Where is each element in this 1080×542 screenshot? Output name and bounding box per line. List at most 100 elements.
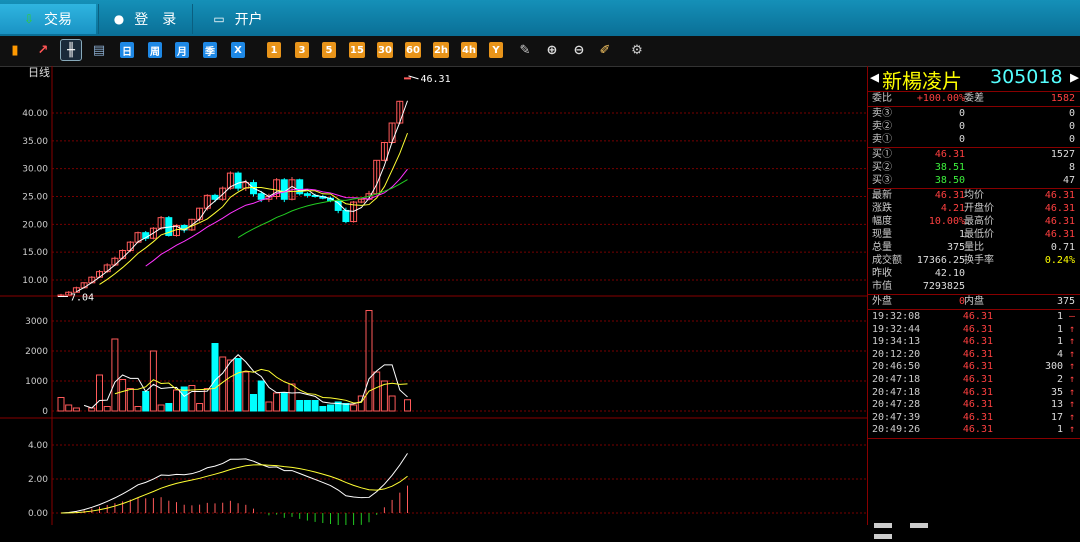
quote-label: 市值 <box>872 281 892 292</box>
candle-body <box>234 172 242 189</box>
volume-bar <box>265 401 273 412</box>
volume-bar <box>296 400 304 412</box>
next-stock-arrow-icon[interactable]: ▶ <box>1070 68 1079 86</box>
tick-time: 20:46:50 <box>872 361 921 373</box>
tick-row[interactable]: 19:32:44 46.31 1 ↑ <box>872 324 1075 336</box>
tab-open-account[interactable]: ▭ 开户 <box>192 4 283 34</box>
price-tick-label: 30.00 <box>22 165 48 175</box>
quote-label: 昨收 <box>872 268 892 279</box>
tab-trade[interactable]: ⇩ 交易 <box>0 4 96 34</box>
quote-row: 现量 1 最低价 46.31 <box>872 229 1075 241</box>
buy-1-row[interactable]: 买① 46.31 1527 <box>872 149 1075 161</box>
sell-3-row[interactable]: 卖③ 0 0 <box>872 108 1075 120</box>
tick-row[interactable]: 19:34:13 46.31 1 ↑ <box>872 336 1075 348</box>
tick-row[interactable]: 20:12:20 46.31 4 ↑ <box>872 349 1075 361</box>
volume-bar <box>157 404 165 412</box>
buy-2-row[interactable]: 买② 38.51 8 <box>872 162 1075 174</box>
buy-1-volume: 1527 <box>1050 149 1075 160</box>
min-5-button[interactable]: 5 <box>322 42 336 58</box>
period-x-button[interactable]: X <box>231 42 245 58</box>
tick-row[interactable]: 20:47:18 46.31 35 ↑ <box>872 387 1075 399</box>
tick-price: 46.31 <box>962 361 993 373</box>
line-chart-icon[interactable]: ↗ <box>34 42 52 58</box>
tick-volume: 13 <box>1050 399 1063 411</box>
quote-value: 7293825 <box>922 281 965 292</box>
high-price-label: 46.31 <box>421 74 451 85</box>
quote-value: 4.21 <box>940 203 965 214</box>
macd-tick-label: 2.00 <box>28 475 48 485</box>
panel-tab[interactable] <box>874 534 892 539</box>
period-quarter-button[interactable]: 季 <box>203 42 217 58</box>
divider <box>868 309 1080 310</box>
sell-3-price: 0 <box>958 108 965 119</box>
divider <box>868 188 1080 189</box>
quote-label-2: 最高价 <box>964 216 994 227</box>
volume-bar <box>242 371 250 412</box>
tab-trade-label: 交易 <box>44 12 73 28</box>
quote-row: 最新 46.31 均价 46.31 <box>872 190 1075 202</box>
tick-row[interactable]: 20:49:26 46.31 1 ↑ <box>872 424 1075 436</box>
tick-direction-icon: ↑ <box>1068 411 1075 423</box>
quote-value: 10.00% <box>928 216 965 227</box>
calendar-icon[interactable]: ▤ <box>90 42 108 58</box>
quote-value-2: 46.31 <box>1044 190 1075 201</box>
kline-chart[interactable]: 日线 40.00 35.00 30.00 25.00 20.00 15.00 1… <box>0 65 867 529</box>
macd-tick-label: 4.00 <box>28 441 48 451</box>
zoom-out-icon[interactable]: ⊖ <box>570 42 588 58</box>
volume-bar <box>65 404 73 412</box>
period-week-button[interactable]: 周 <box>148 42 162 58</box>
panel-tab[interactable] <box>874 523 892 528</box>
volume-bar <box>350 404 358 412</box>
zoom-in-icon[interactable]: ⊕ <box>543 42 561 58</box>
tick-time: 19:34:13 <box>872 336 921 348</box>
volume-bars-layer <box>57 310 411 412</box>
volume-bar <box>72 407 80 412</box>
volume-bar <box>303 400 311 412</box>
panel-tab[interactable] <box>910 523 929 528</box>
volume-bar <box>57 397 65 412</box>
min-1-button[interactable]: 1 <box>267 42 281 58</box>
tick-row[interactable]: 20:47:39 46.31 17 ↑ <box>872 412 1075 424</box>
settings-gear-icon[interactable]: ⚙ <box>628 42 646 58</box>
edit-icon[interactable]: ✎ <box>516 42 534 58</box>
tick-row[interactable]: 20:47:28 46.31 13 ↑ <box>872 399 1075 411</box>
quote-value: 46.31 <box>934 190 965 201</box>
volume-bar <box>142 391 150 412</box>
tick-row[interactable]: 20:46:50 46.31 300 ↑ <box>872 361 1075 373</box>
candle-body <box>257 193 265 200</box>
period-day-button[interactable]: 日 <box>120 42 134 58</box>
tick-row[interactable]: 19:32:08 46.31 1 — <box>872 311 1075 323</box>
outer-inner-row: 外盘 0 内盘 375 <box>872 296 1075 308</box>
sell-1-row[interactable]: 卖① 0 0 <box>872 134 1075 146</box>
year-button[interactable]: Y <box>489 42 503 58</box>
tick-price: 46.31 <box>962 411 993 423</box>
sell-2-row[interactable]: 卖② 0 0 <box>872 121 1075 133</box>
volume-bar <box>165 403 173 412</box>
hour-2-button[interactable]: 2h <box>433 42 449 58</box>
min-30-button[interactable]: 30 <box>377 42 393 58</box>
tick-row[interactable]: 20:47:18 46.31 2 ↑ <box>872 374 1075 386</box>
hour-4-button[interactable]: 4h <box>461 42 477 58</box>
period-month-button[interactable]: 月 <box>175 42 189 58</box>
volume-bar <box>234 358 242 412</box>
volume-bar <box>134 406 142 412</box>
tab-login[interactable]: ● 登 录 <box>98 4 191 34</box>
volume-bar <box>173 389 180 412</box>
kline-chart-area[interactable]: 日线 40.00 35.00 30.00 25.00 20.00 15.00 1… <box>0 65 867 529</box>
tick-time: 19:32:08 <box>872 311 921 322</box>
low-price-label: 7.04 <box>70 292 94 303</box>
min-3-button[interactable]: 3 <box>295 42 309 58</box>
bar-chart-icon[interactable]: ▮ <box>6 42 24 58</box>
pen-icon[interactable]: ✐ <box>596 42 614 58</box>
panel-bottom-tabs[interactable] <box>874 520 964 539</box>
min-15-button[interactable]: 15 <box>349 42 365 58</box>
macd-layer <box>60 453 408 529</box>
dif-line <box>60 453 408 514</box>
candlestick-icon[interactable]: ╫ <box>60 39 82 61</box>
weibi-label: 委比 <box>872 93 892 104</box>
min-60-button[interactable]: 60 <box>405 42 421 58</box>
buy-3-row[interactable]: 买③ 38.50 47 <box>872 175 1075 187</box>
quote-row: 成交额 17366.25 换手率 0.24% <box>872 255 1075 267</box>
candle-body <box>280 179 288 200</box>
prev-stock-arrow-icon[interactable]: ◀ <box>870 68 879 86</box>
